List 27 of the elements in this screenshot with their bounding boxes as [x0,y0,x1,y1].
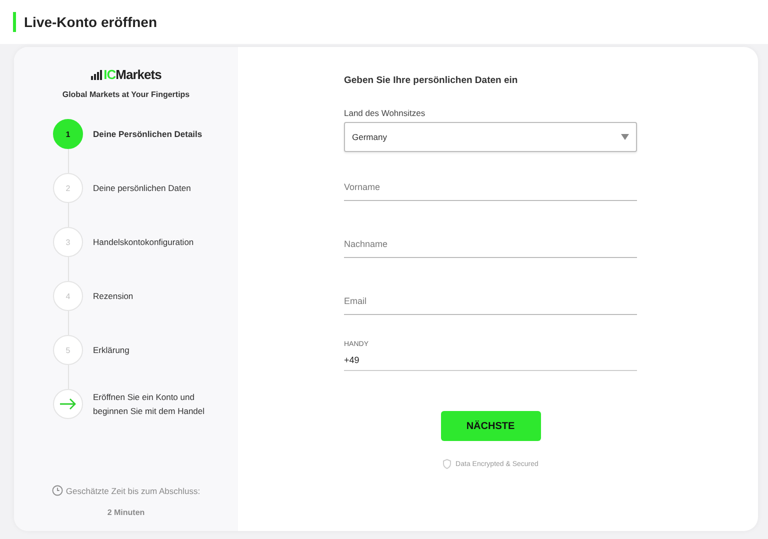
step-number: 2 [53,173,83,203]
step-label: Deine Persönlichen Details [93,128,204,141]
step-label: Handelskontokonfiguration [93,236,195,249]
next-button[interactable]: NÄCHSTE [440,411,540,441]
step-label: Eröffnen Sie ein Konto und beginnen Sie mit dem Handel [93,391,206,418]
input-field[interactable]: Email [344,288,637,315]
step-label: Rezension [93,290,134,303]
step-label: Erklärung [93,344,130,357]
step-number: 1 [53,119,83,149]
country-select[interactable]: Germany [344,122,637,152]
dropdown-arrow-icon [621,134,629,140]
brand-tagline: Global Markets at Your Fingertips [62,90,190,99]
step-label: Deine persönlichen Daten [93,182,192,195]
field-label: Land des Wohnsitzes [344,108,426,118]
page-title: Live-Konto eröffnen [24,14,157,30]
estimate-label: Geschätzte Zeit bis zum Abschluss: [66,486,200,496]
shield-icon [442,459,451,469]
input-field[interactable]: Vorname [344,174,637,201]
step-number: 4 [53,281,83,311]
header-accent-bar [13,12,16,32]
step-number: 3 [53,227,83,257]
brand-logo: ICMarkets [90,67,162,82]
clock-icon [52,485,63,496]
input-field[interactable]: Nachname [344,231,637,258]
form-heading: Geben Sie Ihre persönlichen Daten ein [344,75,519,86]
estimate-value: 2 Minuten [107,508,145,517]
step-number: 5 [53,335,83,365]
